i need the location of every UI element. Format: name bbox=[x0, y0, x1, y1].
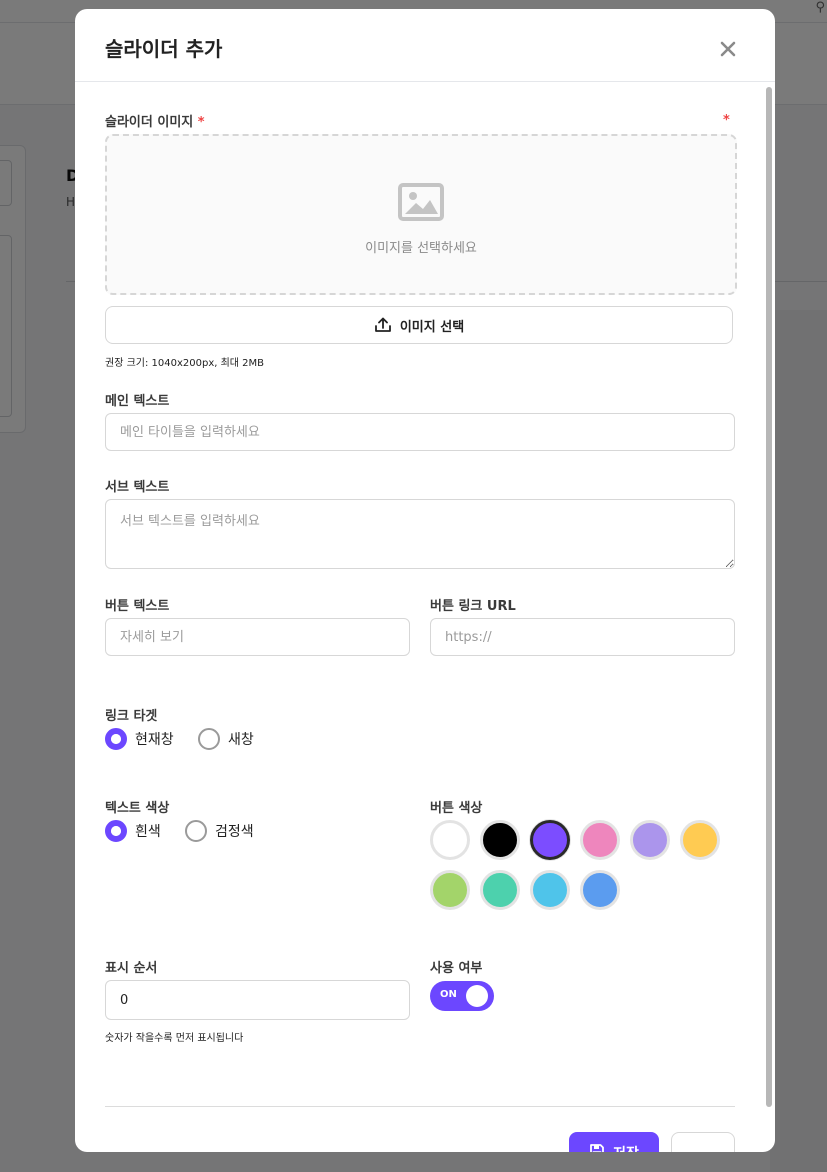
close-icon bbox=[720, 41, 736, 57]
color-swatch[interactable] bbox=[480, 820, 520, 860]
radio-button[interactable] bbox=[105, 820, 127, 842]
button-link-label: 버튼 링크 URL bbox=[430, 599, 516, 614]
usage-toggle[interactable]: ON bbox=[430, 981, 494, 1011]
color-swatch[interactable] bbox=[480, 870, 520, 910]
color-swatch[interactable] bbox=[430, 870, 470, 910]
button-text-label: 버튼 텍스트 bbox=[105, 599, 170, 614]
footer-divider bbox=[105, 1106, 735, 1107]
required-mark: * bbox=[197, 115, 205, 130]
radio-label: 검정색 bbox=[215, 824, 254, 840]
main-text-label: 메인 텍스트 bbox=[105, 394, 170, 409]
color-swatch[interactable] bbox=[580, 870, 620, 910]
radio-label: 흰색 bbox=[135, 824, 161, 840]
modal-title: 슬라이더 추가 bbox=[105, 37, 223, 61]
color-swatch[interactable] bbox=[630, 820, 670, 860]
image-size-hint: 권장 크기: 1040x200px, 최대 2MB bbox=[105, 358, 265, 369]
display-order-hint: 숫자가 작을수록 먼저 표시됩니다 bbox=[105, 1033, 244, 1044]
text-color-black-radio[interactable]: 검정색 bbox=[185, 820, 254, 842]
color-swatch[interactable] bbox=[580, 820, 620, 860]
upload-icon bbox=[374, 317, 391, 332]
toggle-knob bbox=[466, 985, 488, 1007]
sub-text-textarea[interactable] bbox=[105, 499, 735, 569]
link-target-label: 링크 타겟 bbox=[105, 709, 158, 724]
usage-label: 사용 여부 bbox=[430, 961, 483, 976]
slider-image-label: 슬라이더 이미지 * bbox=[105, 115, 205, 130]
modal-header: 슬라이더 추가 bbox=[75, 9, 775, 82]
radio-button[interactable] bbox=[185, 820, 207, 842]
dropzone-text: 이미지를 선택하세요 bbox=[365, 241, 477, 256]
text-color-label: 텍스트 색상 bbox=[105, 801, 170, 816]
save-label: 저장 bbox=[613, 1143, 639, 1152]
radio-button[interactable] bbox=[198, 728, 220, 750]
display-order-input[interactable] bbox=[105, 980, 410, 1020]
color-swatch[interactable] bbox=[680, 820, 720, 860]
image-icon bbox=[398, 183, 444, 221]
color-swatch[interactable] bbox=[530, 870, 570, 910]
image-dropzone[interactable]: 이미지를 선택하세요 bbox=[105, 134, 737, 295]
required-mark: * bbox=[723, 113, 730, 128]
button-color-label: 버튼 색상 bbox=[430, 801, 483, 816]
radio-button[interactable] bbox=[105, 728, 127, 750]
button-link-input[interactable] bbox=[430, 618, 735, 656]
slider-add-modal: 슬라이더 추가 슬라이더 이미지 * * 이미지를 선택하세요 이미지 선택 권… bbox=[75, 9, 775, 1152]
radio-label: 새창 bbox=[228, 732, 254, 748]
toggle-state-text: ON bbox=[440, 989, 457, 1000]
radio-label: 현재창 bbox=[135, 732, 174, 748]
text-color-white-radio[interactable]: 흰색 bbox=[105, 820, 161, 842]
cancel-button[interactable]: 취소 bbox=[671, 1132, 735, 1152]
save-icon bbox=[590, 1144, 605, 1152]
select-image-label: 이미지 선택 bbox=[399, 319, 465, 335]
color-swatch[interactable] bbox=[530, 820, 570, 860]
main-text-input[interactable] bbox=[105, 413, 735, 451]
link-target-current-radio[interactable]: 현재창 bbox=[105, 728, 174, 750]
save-button[interactable]: 저장 bbox=[569, 1132, 659, 1152]
display-order-label: 표시 순서 bbox=[105, 961, 158, 976]
link-target-new-radio[interactable]: 새창 bbox=[198, 728, 254, 750]
button-text-input[interactable] bbox=[105, 618, 410, 656]
color-swatch[interactable] bbox=[430, 820, 470, 860]
close-button[interactable] bbox=[715, 36, 741, 62]
select-image-button[interactable]: 이미지 선택 bbox=[105, 306, 733, 344]
sub-text-label: 서브 텍스트 bbox=[105, 480, 170, 495]
scrollbar-thumb[interactable] bbox=[766, 87, 772, 1107]
